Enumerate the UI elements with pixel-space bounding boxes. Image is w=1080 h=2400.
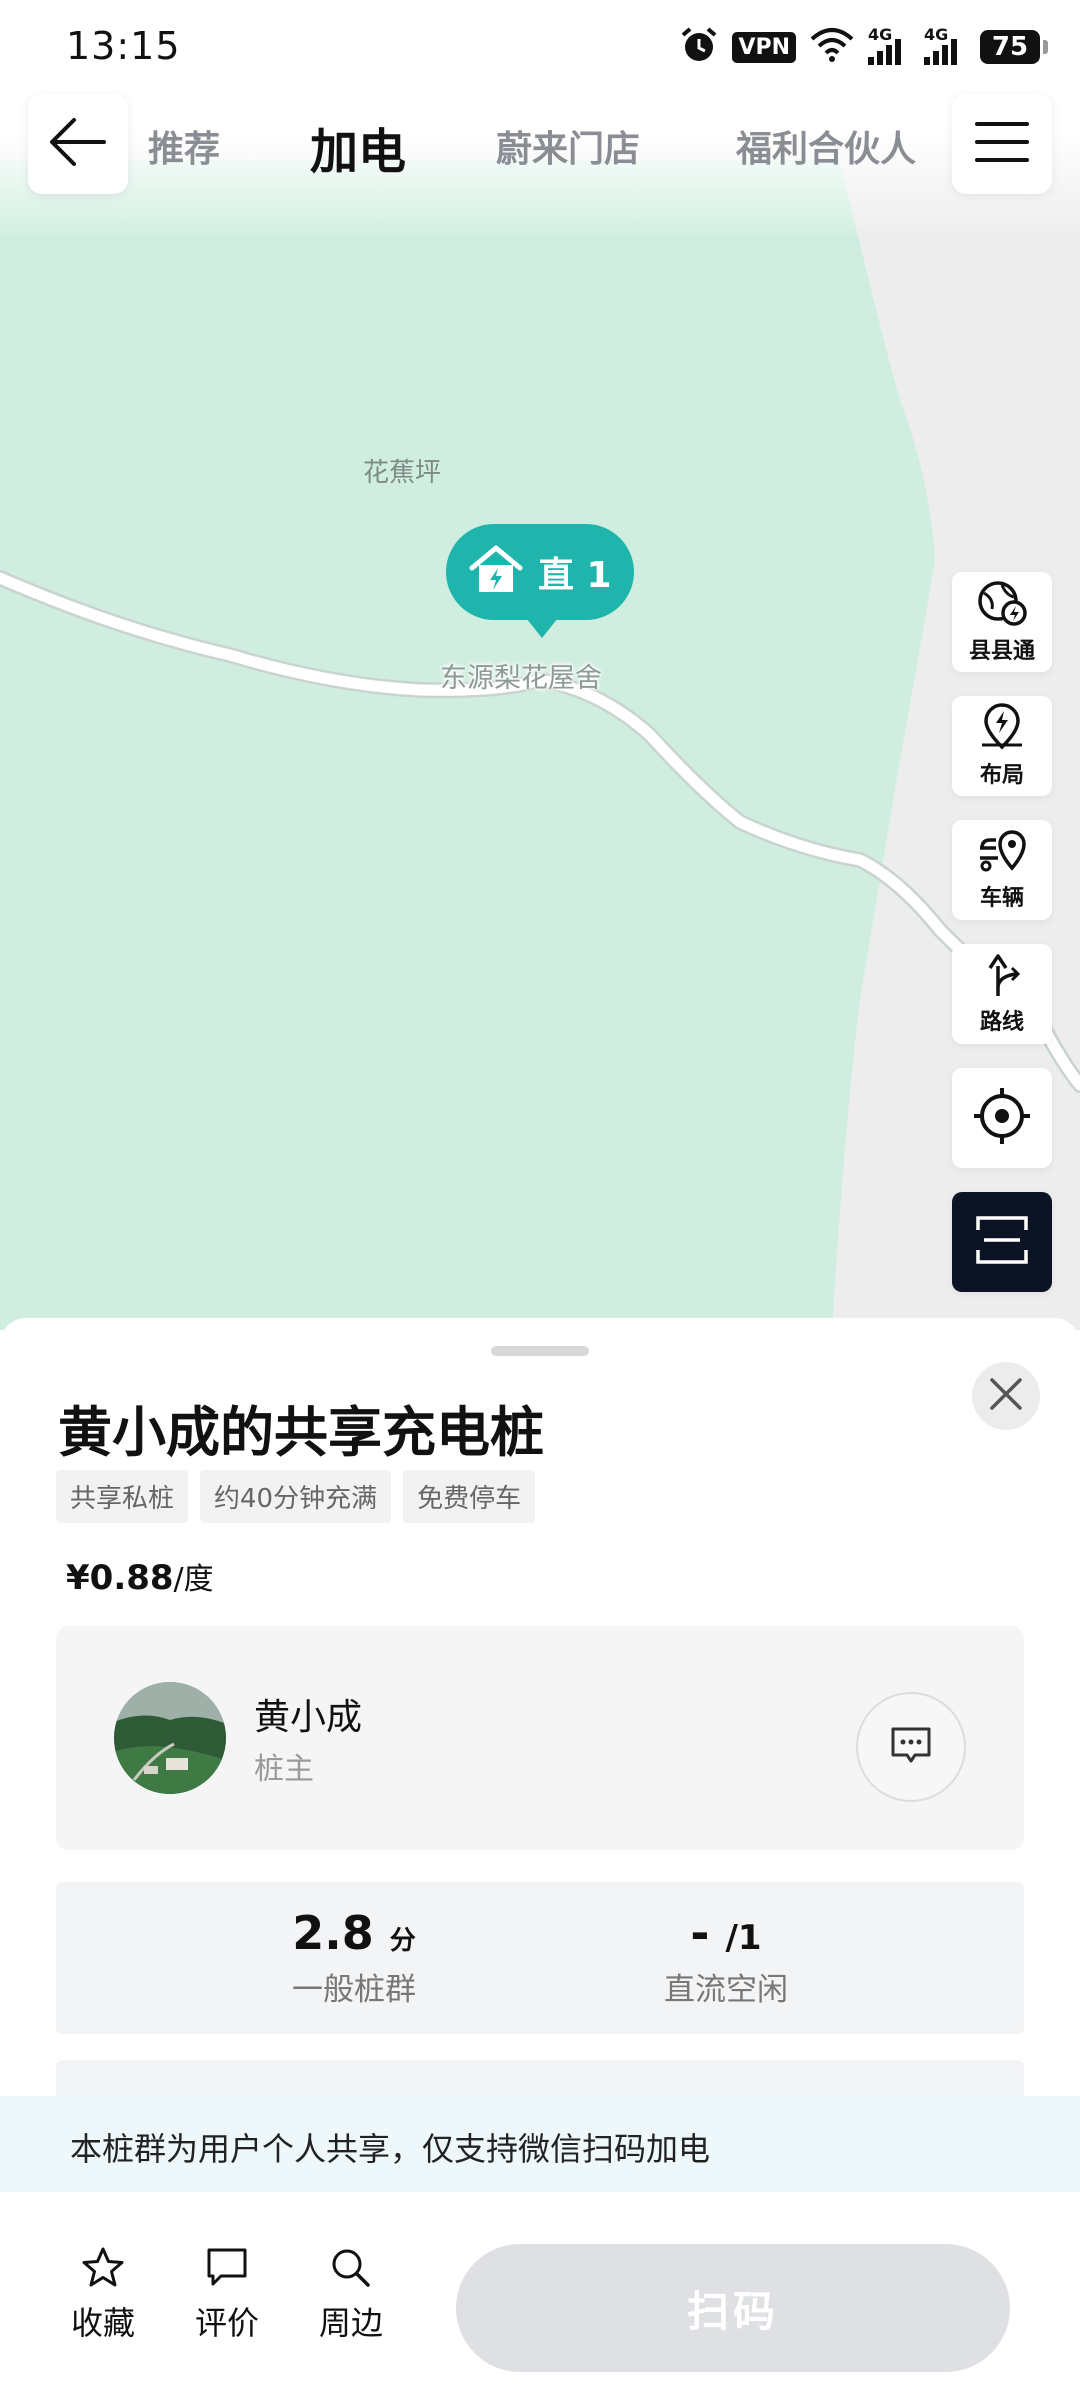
comment-icon [205, 2246, 249, 2292]
close-button[interactable] [972, 1362, 1040, 1430]
tag-shared: 共享私桩 [56, 1470, 189, 1523]
station-title: 黄小成的共享充电桩 [58, 1401, 544, 1464]
favorite-label: 收藏 [70, 2304, 135, 2342]
bottom-action-bar: 收藏 评价 周边 扫码 [0, 2192, 1080, 2400]
nearby-label: 周边 [318, 2304, 383, 2342]
star-icon [81, 2246, 125, 2292]
owner-card[interactable]: 黄小成 桩主 [56, 1626, 1024, 1850]
battery-icon: 75 [980, 30, 1048, 64]
favorite-button[interactable]: 收藏 [58, 2246, 148, 2344]
top-nav: 推荐 加电 蔚来门店 福利合伙人 [0, 94, 1080, 198]
review-label: 评价 [194, 2304, 259, 2342]
route-icon [980, 952, 1024, 1002]
layout-pin-icon [978, 703, 1026, 755]
avatar [114, 1682, 226, 1794]
review-button[interactable]: 评价 [182, 2246, 272, 2344]
station-tags: 共享私桩 约40分钟充满 免费停车 [56, 1470, 536, 1523]
marker-text: 直 1 [538, 555, 612, 596]
price-unit: /度 [173, 1562, 214, 1597]
locate-icon [970, 1084, 1034, 1152]
dc-idle-total: /1 [725, 1918, 762, 1958]
scan-button[interactable]: 扫码 [456, 2244, 1010, 2372]
tool-label: 车辆 [979, 886, 1024, 911]
dc-idle-label: 直流空闲 [664, 1972, 788, 2008]
price-value: ¥0.88 [66, 1558, 174, 1598]
tag-parking: 免费停车 [403, 1470, 536, 1523]
tool-layout[interactable]: 布局 [952, 696, 1052, 796]
signal-icon: 4G [868, 25, 910, 65]
scan-tool-button[interactable] [952, 1192, 1052, 1292]
dc-idle-value: - [690, 1906, 710, 1960]
battery-level: 75 [991, 32, 1029, 62]
sheet-handle[interactable] [491, 1346, 589, 1356]
notice-banner: 本桩群为用户个人共享，仅支持微信扫码加电 [0, 2096, 1080, 2192]
map-view[interactable]: 花蕉坪 直 1 东源梨花屋舍 县县通 布局 车辆 路线 13:15 VPN 4G… [0, 0, 1080, 1330]
stat-dc-idle: - /1 直流空闲 [586, 1906, 866, 2009]
menu-button[interactable] [952, 94, 1052, 194]
charging-marker[interactable]: 直 1 [446, 524, 634, 638]
vehicle-pin-icon [976, 828, 1028, 878]
scan-label: 扫码 [686, 2286, 779, 2336]
notice-text: 本桩群为用户个人共享，仅支持微信扫码加电 [70, 2130, 711, 2168]
stats-panel: 2.8 分 一般桩群 - /1 直流空闲 [56, 1882, 1024, 2034]
rating-label: 一般桩群 [292, 1972, 416, 2008]
place-label: 花蕉坪 [363, 458, 442, 488]
tool-vehicle[interactable]: 车辆 [952, 820, 1052, 920]
poi-label: 东源梨花屋舍 [440, 663, 602, 694]
green-area [0, 160, 935, 1330]
alarm-icon [680, 26, 718, 68]
message-button[interactable] [856, 1692, 966, 1802]
back-button[interactable] [28, 94, 128, 194]
stat-rating: 2.8 分 一般桩群 [214, 1906, 494, 2009]
scan-frame-icon [974, 1212, 1030, 1272]
status-bar: 13:15 VPN 4G 4G 75 [0, 0, 1080, 92]
vpn-badge: VPN [732, 31, 796, 63]
tag-charge-time: 约40分钟充满 [200, 1470, 392, 1523]
tool-label: 布局 [979, 763, 1024, 788]
nearby-button[interactable]: 周边 [306, 2246, 396, 2344]
county-globe-icon [976, 579, 1028, 631]
owner-name: 黄小成 [254, 1697, 363, 1738]
chat-bubble-icon [889, 1723, 933, 1771]
tool-route[interactable]: 路线 [952, 944, 1052, 1044]
rating-value: 2.8 [292, 1906, 374, 1960]
tab-recommend[interactable]: 推荐 [148, 120, 220, 172]
close-icon [988, 1376, 1024, 1416]
price: ¥0.88/度 [66, 1554, 214, 1598]
tool-label: 路线 [979, 1010, 1024, 1035]
owner-role: 桩主 [254, 1752, 314, 1787]
wifi-icon [810, 27, 854, 67]
tool-county[interactable]: 县县通 [952, 572, 1052, 672]
tool-label: 县县通 [968, 639, 1035, 664]
signal-icon-2: 4G [924, 25, 966, 65]
locate-button[interactable] [952, 1068, 1052, 1168]
station-sheet: 黄小成的共享充电桩 共享私桩 约40分钟充满 免费停车 ¥0.88/度 黄小成 … [0, 1318, 1080, 2400]
home-charge-icon [468, 544, 524, 600]
hamburger-icon [975, 120, 1029, 168]
tab-charge[interactable]: 加电 [310, 112, 406, 182]
tab-partners[interactable]: 福利合伙人 [736, 120, 916, 172]
rating-unit: 分 [389, 1926, 416, 1956]
status-time: 13:15 [66, 24, 181, 68]
search-icon [329, 2246, 373, 2292]
arrow-left-icon [46, 114, 110, 174]
tab-nio-stores[interactable]: 蔚来门店 [496, 120, 640, 172]
next-card-peek [56, 2060, 1024, 2100]
